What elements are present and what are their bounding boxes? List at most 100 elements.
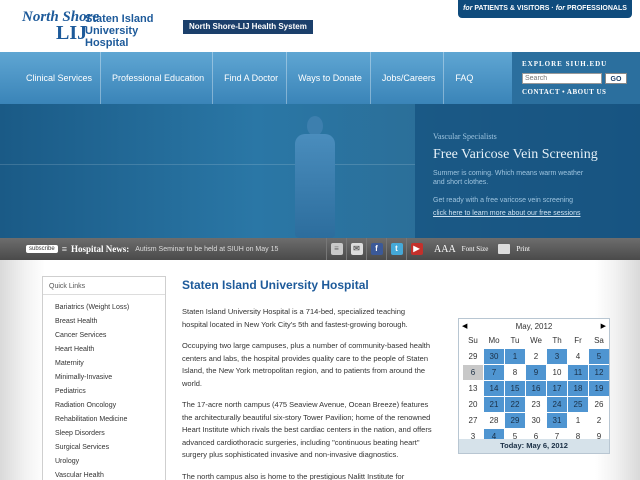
calendar-day-with-event[interactable]: 18 (568, 381, 588, 396)
calendar-day[interactable]: 10 (547, 365, 567, 380)
quick-link-item[interactable]: Radiation Oncology (55, 399, 165, 413)
nav-item-find-a-doctor[interactable]: Find A Doctor (216, 52, 288, 104)
calendar-weekday-header: We (530, 336, 542, 345)
calendar-weekday-header: Tu (510, 336, 520, 345)
nav-item-clinical-services[interactable]: Clinical Services (18, 52, 102, 104)
nav-item-faq[interactable]: FAQ (447, 52, 481, 104)
quick-link-item[interactable]: Pediatrics (55, 385, 165, 399)
paragraph-3: The 17-acre north campus (475 Seaview Av… (182, 400, 432, 459)
paragraph-1: Staten Island University Hospital is a 7… (182, 307, 408, 329)
calendar-day-with-event[interactable]: 22 (505, 397, 525, 412)
contact-about-links[interactable]: CONTACT • ABOUT US (522, 88, 630, 96)
audience-for-1: for (463, 5, 473, 12)
calendar-day[interactable]: 30 (526, 413, 546, 428)
calendar-day[interactable]: 28 (484, 413, 504, 428)
calendar-day[interactable]: 2 (526, 349, 546, 364)
quick-link-item[interactable]: Vascular Health (55, 469, 165, 480)
calendar-day-with-event[interactable]: 7 (484, 365, 504, 380)
explore-panel: EXPLORE SIUH.EDU GO CONTACT • ABOUT US (512, 52, 640, 104)
calendar-day-with-event[interactable]: 16 (526, 381, 546, 396)
calendar-prev-button[interactable]: ◀ (462, 322, 467, 330)
calendar-day-with-event[interactable]: 15 (505, 381, 525, 396)
print-label: Print (516, 245, 530, 253)
quick-link-item[interactable]: Rehabilitation Medicine (55, 413, 165, 427)
health-system-badge[interactable]: North Shore-LIJ Health System (183, 20, 313, 34)
site-header: North Shore LIJ Staten Island University… (0, 0, 640, 52)
nav-item-professional-education[interactable]: Professional Education (104, 52, 214, 104)
rss-icon[interactable]: ≡ (62, 244, 67, 254)
search-input[interactable] (522, 73, 602, 84)
hero-horizon (0, 164, 415, 165)
calendar-weekday-header: Sa (594, 336, 604, 345)
calendar-day-with-event[interactable]: 12 (589, 365, 609, 380)
calendar-day[interactable]: 29 (463, 349, 483, 364)
quick-link-item[interactable]: Breast Health (55, 315, 165, 329)
calendar-day-with-event[interactable]: 1 (505, 349, 525, 364)
promo-panel: Vascular Specialists Free Varicose Vein … (415, 104, 640, 238)
printer-icon (498, 244, 511, 254)
calendar-day-with-event[interactable]: 24 (547, 397, 567, 412)
calendar-day-with-event[interactable]: 3 (547, 349, 567, 364)
calendar-today-label[interactable]: Today: May 6, 2012 (459, 439, 609, 453)
calendar-day[interactable]: 23 (526, 397, 546, 412)
quick-link-item[interactable]: Surgical Services (55, 441, 165, 455)
audience-patients-link[interactable]: PATIENTS & VISITORS (474, 5, 549, 12)
quick-link-item[interactable]: Bariatrics (Weight Loss) (55, 301, 165, 315)
promo-blurb-2: Get ready with a free varicose vein scre… (433, 197, 574, 204)
hero-woman-figure (285, 116, 351, 238)
youtube-icon[interactable]: ▶ (406, 238, 426, 260)
font-size-glyph: AAA (434, 243, 456, 255)
quick-link-item[interactable]: Cancer Services (55, 329, 165, 343)
nav-item-jobs-careers[interactable]: Jobs/Careers (374, 52, 445, 104)
nav-item-ways-to-donate[interactable]: Ways to Donate (290, 52, 371, 104)
calendar-day[interactable]: 4 (568, 349, 588, 364)
calendar-day-with-event[interactable]: 17 (547, 381, 567, 396)
facebook-icon[interactable]: f (366, 238, 386, 260)
calendar-day-with-event[interactable]: 14 (484, 381, 504, 396)
paragraph-4: The north campus also is home to the pre… (182, 471, 405, 480)
quick-link-item[interactable]: Sleep Disorders (55, 427, 165, 441)
font-size-label: Font Size (461, 245, 489, 253)
news-label: Hospital News: (70, 244, 130, 254)
calendar-day[interactable]: 13 (463, 381, 483, 396)
calendar-day[interactable]: 2 (589, 413, 609, 428)
document-icon[interactable]: ≡ (326, 238, 346, 260)
calendar-day-with-event[interactable]: 5 (589, 349, 609, 364)
calendar-day[interactable]: 20 (463, 397, 483, 412)
subscribe-button[interactable]: subscribe (26, 245, 58, 253)
explore-title: EXPLORE SIUH.EDU (522, 60, 608, 68)
calendar-day-with-event[interactable]: 9 (526, 365, 546, 380)
audience-for-2: for (555, 5, 566, 12)
calendar-day[interactable]: 27 (463, 413, 483, 428)
quick-links-panel: Quick Links Bariatrics (Weight Loss) Brea… (42, 276, 166, 480)
calendar-next-button[interactable]: ▶ (601, 322, 606, 330)
calendar-day-with-event[interactable]: 19 (589, 381, 609, 396)
go-button[interactable]: GO (605, 73, 627, 84)
promo-headline: Free Varicose Vein Screening (433, 147, 598, 162)
calendar-day-with-event[interactable]: 29 (505, 413, 525, 428)
news-headline-link[interactable]: Autism Seminar to be held at SIUH on May… (135, 246, 278, 253)
quick-link-item[interactable]: Urology (55, 455, 165, 469)
quick-link-item[interactable]: Minimally-Invasive (55, 371, 165, 385)
quick-link-item[interactable]: Maternity (55, 357, 165, 371)
promo-learn-more-link[interactable]: click here to learn more about our free … (433, 210, 622, 217)
font-size-control[interactable]: AAA Font Size (434, 244, 488, 255)
calendar-day-with-event[interactable]: 31 (547, 413, 567, 428)
calendar-day-with-event[interactable]: 11 (568, 365, 588, 380)
site-logo[interactable]: North Shore LIJ Staten Island University… (22, 10, 172, 50)
twitter-icon[interactable]: t (386, 238, 406, 260)
events-calendar: ◀ May, 2012 ▶ Su Mo Tu We Th Fr Sa 29 30 1 2 3 4 5 6 7 8… (458, 318, 610, 454)
calendar-day-with-event[interactable]: 21 (484, 397, 504, 412)
calendar-day[interactable]: 26 (589, 397, 609, 412)
calendar-day[interactable]: 1 (568, 413, 588, 428)
audience-professionals-link[interactable]: PROFESSIONALS (567, 5, 627, 12)
calendar-day-with-event[interactable]: 25 (568, 397, 588, 412)
quick-link-item[interactable]: Heart Health (55, 343, 165, 357)
audience-tabs: for PATIENTS & VISITORS · for PROFESSION… (458, 0, 632, 18)
email-icon[interactable]: ✉ (346, 238, 366, 260)
calendar-day[interactable]: 8 (505, 365, 525, 380)
calendar-day-with-event[interactable]: 30 (484, 349, 504, 364)
hospital-name: Staten Island University Hospital (85, 13, 172, 49)
print-control[interactable]: Print (498, 244, 530, 254)
calendar-day-with-event[interactable]: 6 (463, 365, 483, 380)
